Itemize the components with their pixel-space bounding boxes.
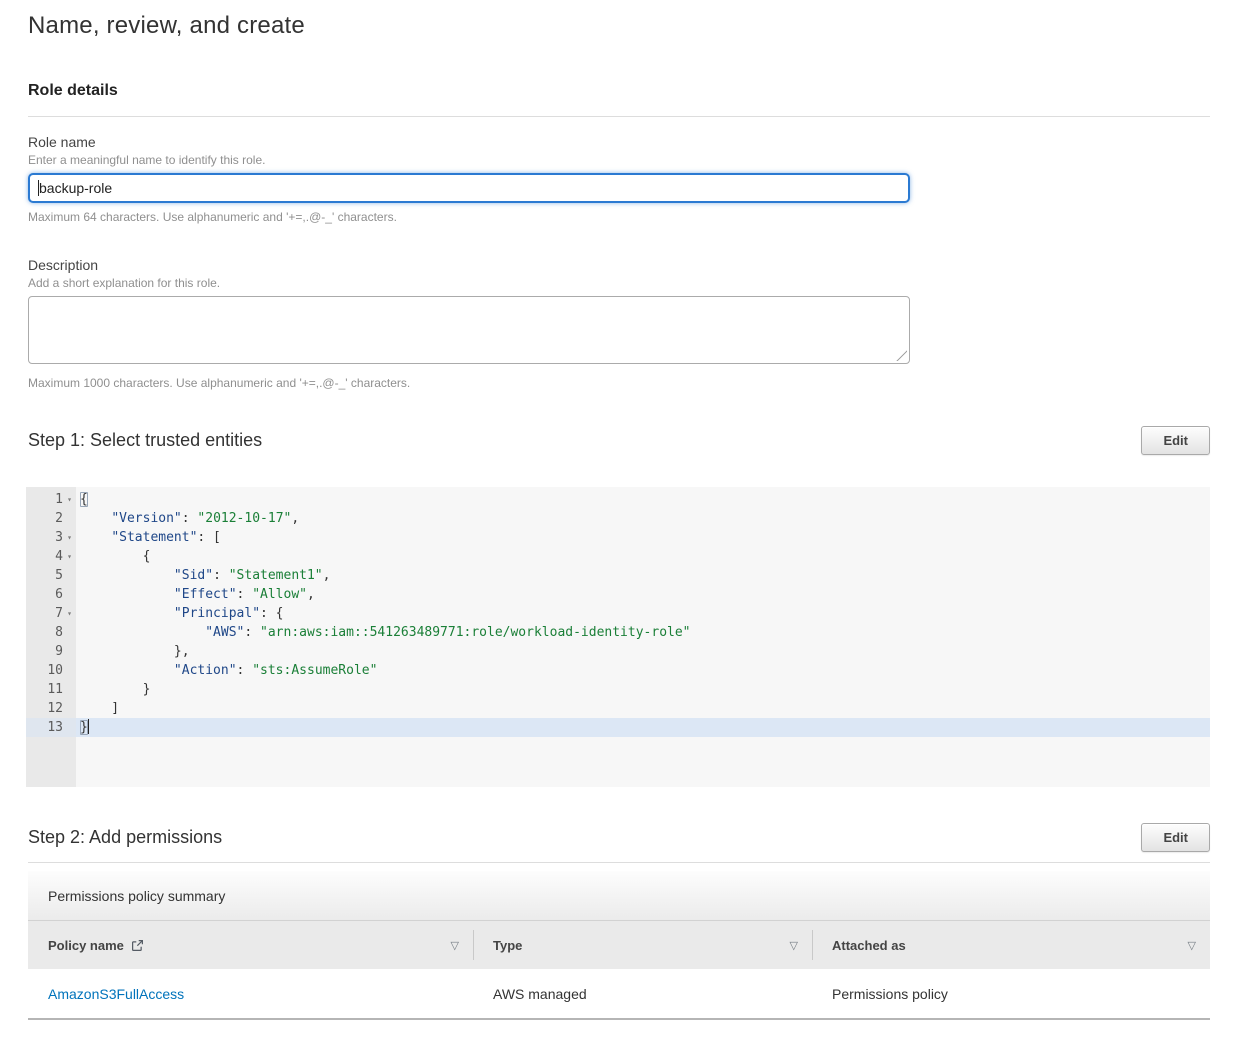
description-textarea[interactable] <box>28 296 910 364</box>
table-body: AmazonS3FullAccess AWS managedPermissions… <box>28 969 1210 1020</box>
line-number: 2 <box>26 509 76 528</box>
permissions-summary-panel: Permissions policy summary Policy name <box>28 871 1210 1020</box>
description-constraint: Maximum 1000 characters. Use alphanumeri… <box>28 376 1210 390</box>
editor-line[interactable]: 5 "Sid": "Statement1", <box>26 566 1210 585</box>
text-cursor <box>38 180 39 196</box>
editor-line[interactable]: 8 "AWS": "arn:aws:iam::541263489771:role… <box>26 623 1210 642</box>
editor-line-code: { <box>76 547 1210 566</box>
step1-heading: Step 1: Select trusted entities <box>28 430 262 451</box>
line-number: 10 <box>26 661 76 680</box>
panel-title: Permissions policy summary <box>48 888 225 904</box>
policy-editor-lines: 1▾{2 "Version": "2012-10-17",3▾ "Stateme… <box>26 487 1210 737</box>
editor-line[interactable]: 10 "Action": "sts:AssumeRole" <box>26 661 1210 680</box>
editor-line-code: { <box>76 490 1210 509</box>
step1-edit-button[interactable]: Edit <box>1141 426 1210 455</box>
page-title: Name, review, and create <box>28 12 1210 40</box>
attached-as-cell: Permissions policy <box>812 969 1210 1018</box>
editor-line-code: } <box>76 680 1210 699</box>
editor-line-code: "Sid": "Statement1", <box>76 566 1210 585</box>
role-name-input[interactable] <box>28 173 910 203</box>
line-number: 8 <box>26 623 76 642</box>
line-number: 6 <box>26 585 76 604</box>
table-row: AmazonS3FullAccess AWS managedPermissions… <box>28 969 1210 1020</box>
fold-arrow-icon[interactable]: ▾ <box>63 490 76 509</box>
line-number: 4▾ <box>26 547 76 566</box>
line-number: 12 <box>26 699 76 718</box>
role-details-heading: Role details <box>28 82 1210 100</box>
column-label: Attached as <box>832 938 906 953</box>
editor-line-code: "Effect": "Allow", <box>76 585 1210 604</box>
role-name-field-group: Role name Enter a meaningful name to ide… <box>28 134 1210 224</box>
editor-cursor <box>88 719 89 734</box>
editor-line-code: "Action": "sts:AssumeRole" <box>76 661 1210 680</box>
line-number: 3▾ <box>26 528 76 547</box>
line-number: 7▾ <box>26 604 76 623</box>
line-number: 1▾ <box>26 490 76 509</box>
editor-line-code: ] <box>76 699 1210 718</box>
line-number: 9 <box>26 642 76 661</box>
description-label: Description <box>28 257 1210 273</box>
sort-triangle-icon[interactable]: ▽ <box>790 939 798 952</box>
editor-line-code: "Statement": [ <box>76 528 1210 547</box>
editor-line[interactable]: 12 ] <box>26 699 1210 718</box>
editor-line[interactable]: 9 }, <box>26 642 1210 661</box>
section-divider <box>28 116 1210 117</box>
step2-heading: Step 2: Add permissions <box>28 827 222 848</box>
description-hint: Add a short explanation for this role. <box>28 276 1210 290</box>
editor-line[interactable]: 1▾{ <box>26 490 1210 509</box>
editor-line-code: "Principal": { <box>76 604 1210 623</box>
editor-line[interactable]: 13} <box>26 718 1210 737</box>
editor-line-code: }, <box>76 642 1210 661</box>
editor-line[interactable]: 2 "Version": "2012-10-17", <box>26 509 1210 528</box>
policy-type-cell: AWS managed <box>473 969 812 1018</box>
step1-header-row: Step 1: Select trusted entities Edit <box>28 426 1210 455</box>
line-number: 13 <box>26 718 76 737</box>
editor-line[interactable]: 4▾ { <box>26 547 1210 566</box>
step2-header-row: Step 2: Add permissions Edit <box>28 823 1210 852</box>
permissions-table: Policy name ▽ Type ▽ <box>28 921 1210 1020</box>
description-field-group: Description Add a short explanation for … <box>28 257 1210 390</box>
editor-line-code: "Version": "2012-10-17", <box>76 509 1210 528</box>
column-header-attached-as[interactable]: Attached as ▽ <box>812 921 1210 969</box>
role-name-label: Role name <box>28 134 1210 150</box>
section-divider <box>28 862 1210 863</box>
column-header-policy-name[interactable]: Policy name ▽ <box>28 921 473 969</box>
line-number: 11 <box>26 680 76 699</box>
editor-line-code: "AWS": "arn:aws:iam::541263489771:role/w… <box>76 623 1210 642</box>
table-header-row: Policy name ▽ Type ▽ <box>28 921 1210 969</box>
column-header-type[interactable]: Type ▽ <box>473 921 812 969</box>
role-name-hint: Enter a meaningful name to identify this… <box>28 153 1210 167</box>
trust-policy-editor[interactable]: 1▾{2 "Version": "2012-10-17",3▾ "Stateme… <box>26 487 1210 787</box>
page-content: Name, review, and create Role details Ro… <box>0 0 1242 1020</box>
editor-line[interactable]: 11 } <box>26 680 1210 699</box>
fold-arrow-icon[interactable]: ▾ <box>63 528 76 547</box>
sort-triangle-icon[interactable]: ▽ <box>1188 939 1196 952</box>
policy-name-link[interactable]: AmazonS3FullAccess <box>48 986 184 1002</box>
editor-line-code: } <box>76 718 1210 737</box>
editor-line[interactable]: 6 "Effect": "Allow", <box>26 585 1210 604</box>
role-name-constraint: Maximum 64 characters. Use alphanumeric … <box>28 210 1210 224</box>
fold-arrow-icon[interactable]: ▾ <box>63 547 76 566</box>
fold-arrow-icon[interactable]: ▾ <box>63 604 76 623</box>
column-label: Type <box>493 938 522 953</box>
editor-line[interactable]: 7▾ "Principal": { <box>26 604 1210 623</box>
editor-line[interactable]: 3▾ "Statement": [ <box>26 528 1210 547</box>
line-number: 5 <box>26 566 76 585</box>
panel-header: Permissions policy summary <box>28 871 1210 921</box>
column-label: Policy name <box>48 938 124 953</box>
external-link-icon <box>131 939 144 952</box>
step2-edit-button[interactable]: Edit <box>1141 823 1210 852</box>
sort-triangle-icon[interactable]: ▽ <box>451 939 459 952</box>
